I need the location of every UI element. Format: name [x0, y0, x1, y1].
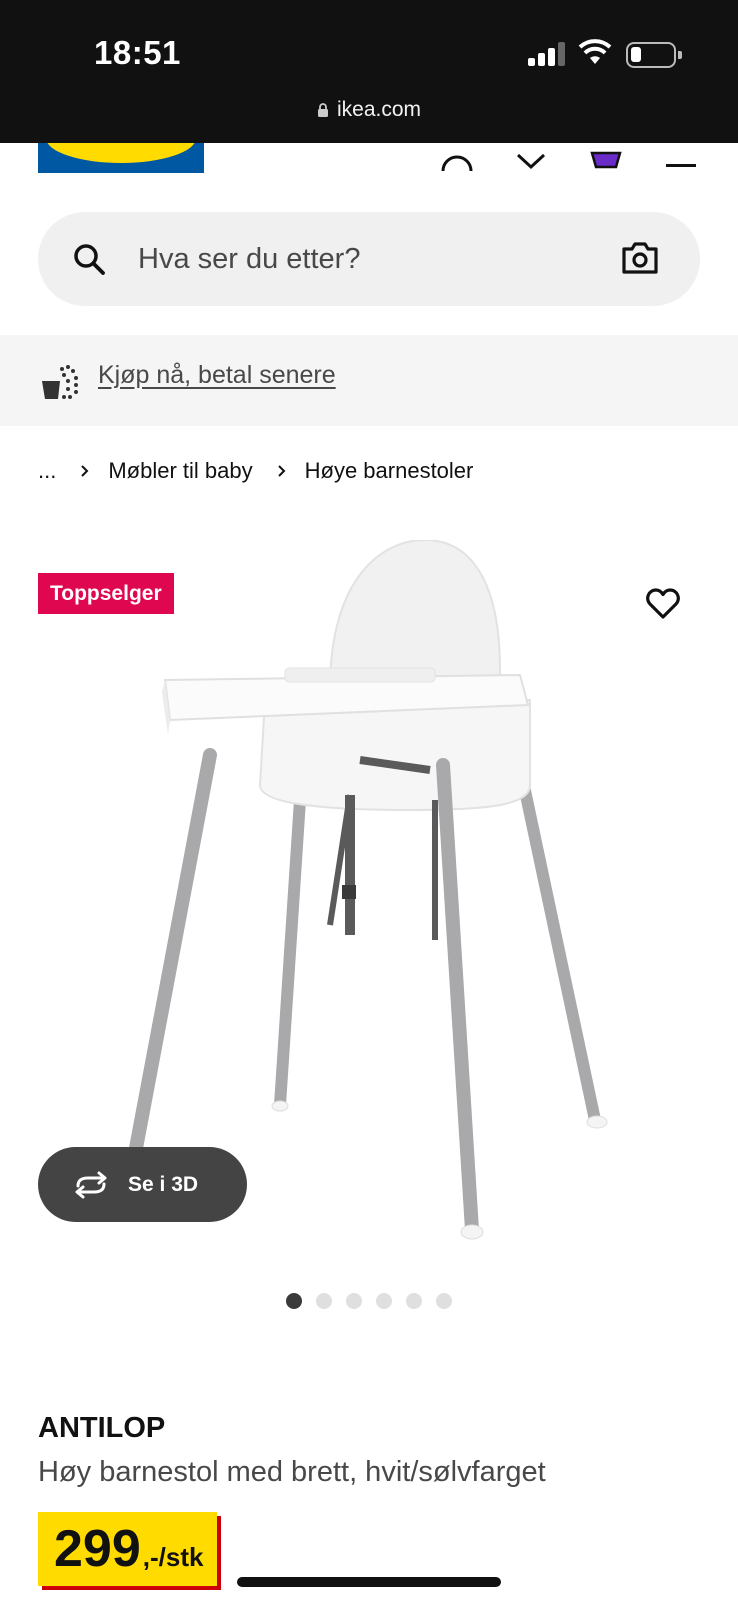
breadcrumb: ... Møbler til baby Høye barnestoler [38, 456, 473, 486]
search-bar [38, 212, 700, 306]
search-icon [74, 244, 105, 275]
price-unit: ,-/stk [142, 1542, 204, 1572]
rotate-3d-icon [75, 1171, 107, 1198]
lock-icon [317, 103, 328, 117]
wifi-icon [578, 39, 612, 64]
carousel-dot[interactable] [346, 1293, 362, 1309]
url-bar[interactable]: ikea.com [0, 98, 738, 122]
pay-later-link[interactable]: Kjøp nå, betal senere [98, 361, 336, 390]
view-in-3d-button[interactable]: Se i 3D [38, 1147, 247, 1222]
url-text: ikea.com [336, 98, 422, 121]
carousel-dot[interactable] [436, 1293, 452, 1309]
breadcrumb-item-baby-furniture[interactable]: Møbler til baby [108, 458, 252, 484]
image-carousel-indicators [286, 1293, 452, 1309]
product-gallery[interactable]: Toppselger Se i 3D [0, 530, 738, 1270]
view-in-3d-label: Se i 3D [128, 1172, 199, 1196]
product-name: ANTILOP [38, 1412, 166, 1444]
breadcrumb-ellipsis[interactable]: ... [38, 458, 56, 484]
carousel-dot[interactable] [316, 1293, 332, 1309]
site-header [0, 143, 738, 173]
product-description: Høy barnestol med brett, hvit/sølvfarget [38, 1456, 546, 1488]
status-time: 18:51 [94, 34, 181, 71]
price-value: 299 [54, 1520, 141, 1578]
cart-icon[interactable] [588, 143, 624, 173]
status-bar: 18:51 ikea.com [0, 0, 738, 143]
chevron-right-icon [277, 465, 286, 477]
cellular-signal-icon [528, 42, 566, 66]
battery-icon [626, 42, 682, 68]
carousel-dot[interactable] [406, 1293, 422, 1309]
ikea-logo[interactable] [38, 143, 204, 173]
camera-search-icon[interactable] [621, 240, 659, 276]
search-input[interactable] [138, 234, 598, 284]
account-icon[interactable] [440, 143, 474, 173]
add-to-favourites-heart-icon[interactable] [646, 588, 680, 620]
home-indicator[interactable] [237, 1577, 501, 1587]
price-tag: 299 ,-/stk [38, 1512, 218, 1586]
pay-later-icon [42, 365, 78, 399]
carousel-dot[interactable] [286, 1293, 302, 1309]
breadcrumb-item-high-chairs[interactable]: Høye barnestoler [305, 458, 474, 484]
promo-banner: Kjøp nå, betal senere [0, 335, 738, 426]
menu-icon[interactable] [664, 143, 698, 173]
top-seller-badge: Toppselger [38, 573, 174, 614]
favourites-icon[interactable] [514, 143, 548, 173]
carousel-dot[interactable] [376, 1293, 392, 1309]
chevron-right-icon [81, 465, 89, 477]
